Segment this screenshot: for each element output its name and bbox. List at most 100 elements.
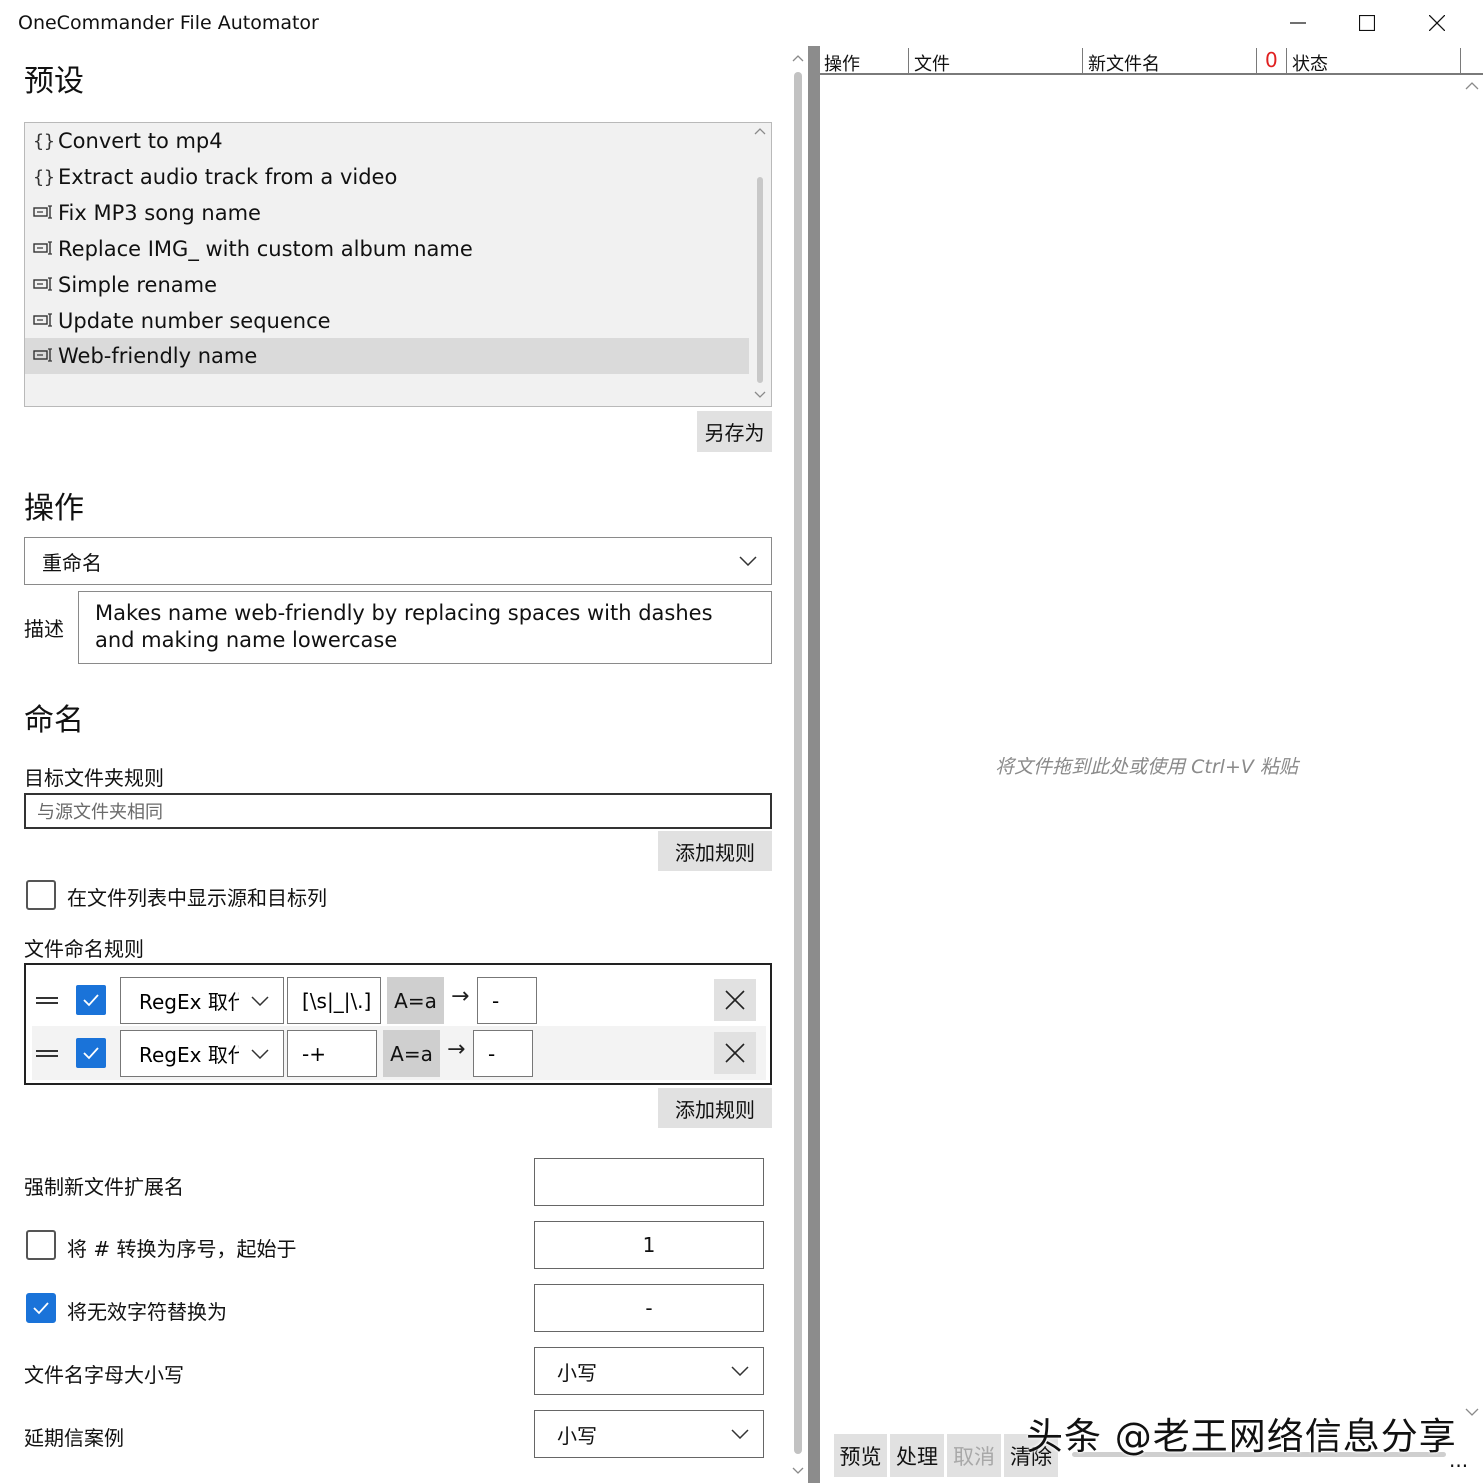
preset-label: Convert to mp4 <box>58 129 223 153</box>
rule-type-value: RegEx 取代 <box>139 990 239 1014</box>
close-window-button[interactable] <box>1402 0 1472 46</box>
preset-label: Simple rename <box>58 273 218 297</box>
change-count-badge: 0 <box>1265 48 1278 72</box>
pane-splitter[interactable] <box>808 46 820 1483</box>
file-rules-label: 文件命名规则 <box>24 937 144 961</box>
preset-item[interactable]: Simple rename <box>25 267 749 303</box>
scroll-down-icon[interactable] <box>754 391 766 399</box>
drag-handle-icon[interactable] <box>36 997 58 1004</box>
column-header-new-name[interactable]: 新文件名 <box>1088 50 1160 76</box>
preset-scrollbar[interactable] <box>749 123 771 406</box>
remove-rule-button[interactable] <box>714 979 756 1021</box>
chevron-down-icon <box>731 1366 749 1376</box>
rule-row: RegEx 取代 -+ A=a → - <box>32 1026 766 1080</box>
preset-label: Fix MP3 song name <box>58 201 261 225</box>
rule-enabled-checkbox[interactable] <box>76 985 106 1015</box>
preset-label: Update number sequence <box>58 309 331 333</box>
code-braces-icon: {} <box>33 130 55 152</box>
rename-icon <box>31 239 57 260</box>
add-file-rule-button[interactable]: 添加规则 <box>658 1088 772 1128</box>
minimize-button[interactable] <box>1263 0 1333 46</box>
cancel-button[interactable]: 取消 <box>947 1434 1001 1477</box>
replace-invalid-checkbox[interactable] <box>26 1293 56 1323</box>
preset-item[interactable]: {} Convert to mp4 <box>25 123 749 159</box>
drag-handle-icon[interactable] <box>36 1050 58 1057</box>
column-divider[interactable] <box>1256 48 1257 74</box>
rule-replace-input[interactable]: - <box>473 1030 533 1077</box>
checkmark-icon <box>83 994 99 1007</box>
column-divider[interactable] <box>1460 48 1461 74</box>
column-header-status[interactable]: 状态 <box>1292 50 1328 76</box>
process-button[interactable]: 处理 <box>890 1434 944 1477</box>
preset-list[interactable]: {} Convert to mp4 {} Extract audio track… <box>24 122 772 407</box>
rule-type-value: RegEx 取代 <box>139 1043 239 1067</box>
save-as-button[interactable]: 另存为 <box>697 411 772 452</box>
rule-type-select[interactable]: RegEx 取代 <box>120 977 284 1024</box>
rule-row: RegEx 取代 [\s|_|\.] A=a → - <box>32 973 766 1027</box>
preset-item[interactable]: {} Extract audio track from a video <box>25 159 749 195</box>
add-folder-rule-button[interactable]: 添加规则 <box>658 831 772 871</box>
preset-label: Web-friendly name <box>58 344 258 368</box>
presets-heading: 预设 <box>24 64 84 99</box>
code-braces-icon: {} <box>33 166 55 188</box>
left-pane-scrollbar-thumb[interactable] <box>794 72 802 1454</box>
rule-type-select[interactable]: RegEx 取代 <box>120 1030 284 1077</box>
scroll-down-icon[interactable] <box>792 1467 804 1475</box>
checkmark-icon <box>83 1047 99 1060</box>
column-divider[interactable] <box>1286 48 1287 74</box>
arrow-right-icon: → <box>447 1037 466 1062</box>
drop-files-hint: 将文件拖到此处或使用 Ctrl+V 粘贴 <box>995 756 1298 778</box>
hash-to-sequence-checkbox[interactable] <box>26 1230 56 1260</box>
filename-case-value: 小写 <box>557 1360 597 1385</box>
preview-button[interactable]: 预览 <box>834 1434 887 1477</box>
preset-item[interactable]: Fix MP3 song name <box>25 195 749 231</box>
chevron-down-icon <box>251 1048 269 1059</box>
hash-to-sequence-label: 将 # 转换为序号，起始于 <box>67 1237 297 1261</box>
scrollbar-thumb[interactable] <box>757 177 763 383</box>
file-rules-list: RegEx 取代 [\s|_|\.] A=a → - RegEx 取代 -+ A… <box>24 963 772 1085</box>
scroll-up-icon[interactable] <box>792 54 804 62</box>
preset-label: Replace IMG_ with custom album name <box>58 237 473 261</box>
column-header-operation[interactable]: 操作 <box>824 50 860 76</box>
sequence-start-input[interactable]: 1 <box>534 1221 764 1269</box>
column-divider[interactable] <box>1082 48 1083 74</box>
show-source-target-checkbox[interactable] <box>26 880 56 910</box>
column-divider[interactable] <box>908 48 909 74</box>
window-title: OneCommander File Automator <box>18 12 319 34</box>
force-extension-label: 强制新文件扩展名 <box>24 1175 184 1199</box>
description-field[interactable]: Makes name web-friendly by replacing spa… <box>78 591 772 664</box>
extension-case-label: 延期信案例 <box>24 1426 124 1450</box>
case-sensitivity-toggle[interactable]: A=a <box>383 1030 440 1077</box>
chevron-down-icon <box>739 556 757 566</box>
extension-case-select[interactable]: 小写 <box>534 1410 764 1458</box>
target-folder-input[interactable]: 与源文件夹相同 <box>24 793 772 829</box>
operation-select[interactable]: 重命名 <box>24 537 772 585</box>
scroll-up-icon[interactable] <box>754 127 766 135</box>
scroll-down-icon[interactable] <box>1465 1408 1479 1417</box>
case-sensitivity-toggle[interactable]: A=a <box>387 977 444 1024</box>
overflow-menu-button[interactable]: ... <box>1449 1448 1468 1472</box>
rule-replace-input[interactable]: - <box>477 977 537 1024</box>
replace-invalid-input[interactable]: - <box>534 1284 764 1332</box>
preset-item[interactable]: Replace IMG_ with custom album name <box>25 231 749 267</box>
description-label: 描述 <box>24 617 64 641</box>
column-header-file[interactable]: 文件 <box>914 50 950 76</box>
close-icon <box>725 1043 745 1063</box>
rule-enabled-checkbox[interactable] <box>76 1038 106 1068</box>
preset-item-selected[interactable]: Web-friendly name <box>25 338 749 374</box>
rule-pattern-input[interactable]: -+ <box>287 1030 377 1077</box>
rule-pattern-input[interactable]: [\s|_|\.] <box>287 977 381 1024</box>
force-extension-input[interactable] <box>534 1158 764 1206</box>
operation-select-value: 重命名 <box>42 550 102 575</box>
checkmark-icon <box>33 1302 49 1315</box>
preset-item[interactable]: Update number sequence <box>25 303 749 339</box>
remove-rule-button[interactable] <box>714 1032 756 1074</box>
scroll-up-icon[interactable] <box>1465 81 1479 90</box>
rename-icon <box>31 203 57 224</box>
filename-case-select[interactable]: 小写 <box>534 1347 764 1395</box>
extension-case-value: 小写 <box>557 1423 597 1448</box>
close-icon <box>725 990 745 1010</box>
minimize-icon <box>1290 22 1306 24</box>
maximize-button[interactable] <box>1332 0 1402 46</box>
rename-icon <box>31 311 57 332</box>
